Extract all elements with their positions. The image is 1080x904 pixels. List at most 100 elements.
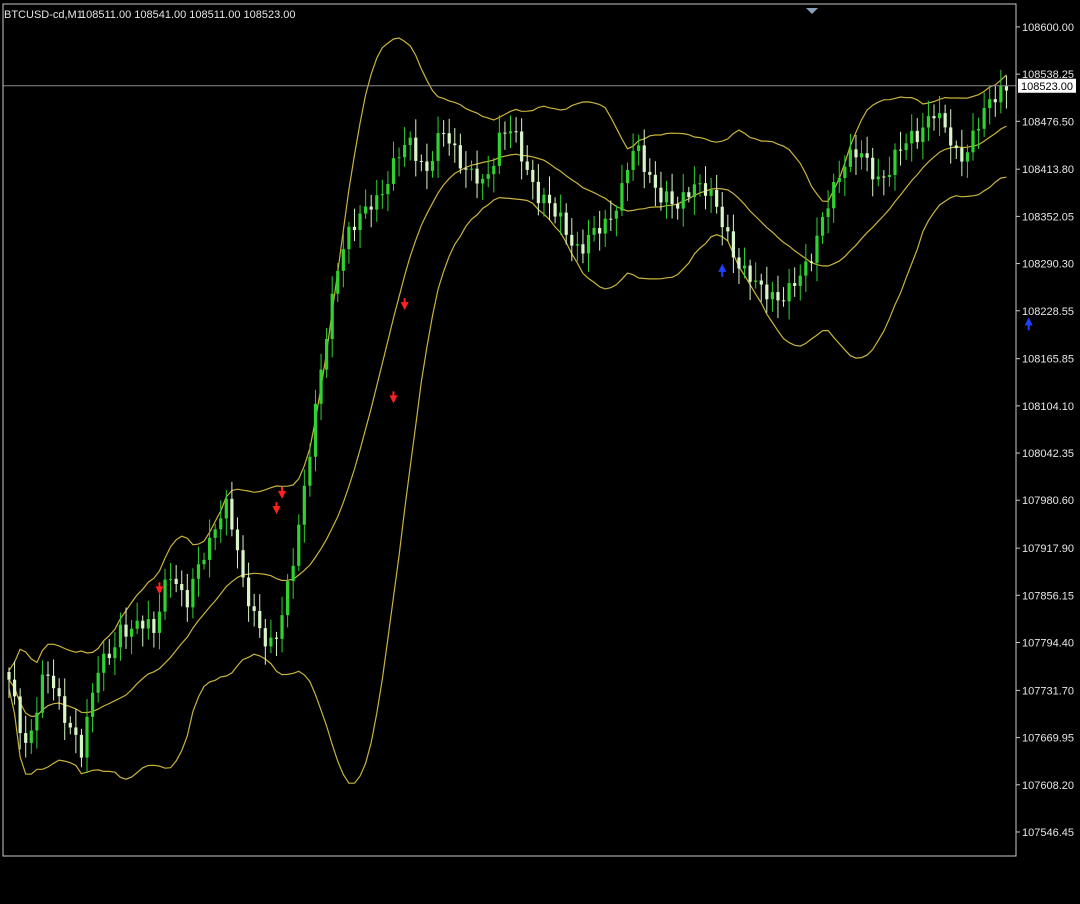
candle-body (430, 160, 435, 171)
candle-body (620, 183, 624, 211)
candle-body (520, 131, 524, 162)
candle-body (224, 498, 228, 519)
candle-body (698, 183, 702, 185)
candle-body (302, 485, 306, 525)
candle-body (497, 132, 501, 166)
candle-body (57, 688, 61, 697)
candle-body (542, 194, 546, 204)
candle-body (570, 234, 574, 246)
candle-body (553, 203, 557, 217)
candle-body (1004, 85, 1009, 91)
candle-body (848, 149, 853, 167)
candle-body (492, 165, 496, 175)
candle-body (191, 578, 195, 608)
y-tick-label: 108600.00 (1022, 22, 1074, 34)
candle-body (486, 174, 490, 179)
candle-body (219, 518, 223, 530)
candle-body (7, 672, 11, 680)
candle-body (313, 403, 318, 457)
candle-body (118, 624, 123, 648)
candle-body (715, 189, 719, 207)
candle-body (330, 293, 334, 339)
y-tick-label: 107856.15 (1022, 590, 1074, 602)
candle-body (832, 181, 836, 209)
candle-body (85, 716, 89, 758)
candle-body (436, 133, 440, 161)
candle-body (965, 152, 970, 162)
candle-body (586, 234, 591, 254)
ohlc-values: 108511.00 108541.00 108511.00 108523.00 (80, 9, 296, 21)
candle-body (781, 300, 786, 302)
candle-body (937, 113, 942, 119)
candle-body (876, 176, 880, 180)
candle-body (358, 213, 362, 231)
candle-body (319, 369, 323, 404)
candle-body (174, 578, 178, 584)
candle-body (681, 192, 685, 209)
candle-body (692, 184, 696, 198)
y-tick-label: 108352.05 (1022, 211, 1074, 223)
candle-body (926, 116, 931, 128)
y-tick-label: 108290.30 (1022, 259, 1074, 271)
candle-body (481, 178, 485, 184)
candle-body (508, 131, 513, 134)
candle-body (921, 127, 925, 143)
candle-body (882, 176, 886, 178)
candle-body (180, 583, 184, 591)
candle-body (341, 249, 345, 271)
chart-canvas[interactable]: 108600.00108538.25108476.50108413.801083… (0, 0, 1080, 899)
candle-body (843, 166, 847, 178)
candle-body (464, 168, 468, 170)
candle-body (703, 183, 708, 196)
candle-body (274, 637, 279, 639)
candle-body (765, 284, 769, 300)
candle-body (887, 174, 892, 178)
candle-body (475, 168, 479, 184)
candle-body (687, 192, 691, 198)
candle-body (325, 338, 329, 370)
candle-body (157, 611, 162, 633)
candle-body (12, 679, 17, 697)
candle-body (230, 498, 234, 530)
price-chart[interactable]: 108600.00 108538.25 108476.50 108413.80 1083… (0, 0, 1080, 899)
candle-body (35, 712, 39, 731)
candle-body (865, 153, 869, 158)
candle-body (152, 619, 156, 633)
candle-body (352, 226, 357, 231)
candle-body (653, 174, 657, 188)
candle-body (999, 85, 1003, 103)
candle-body (932, 116, 936, 119)
candle-body (202, 559, 206, 565)
candle-body (670, 191, 674, 204)
candle-body (442, 133, 446, 135)
candle-body (564, 212, 568, 235)
candle-body (196, 564, 201, 579)
candle-body (168, 578, 173, 580)
candle-body (514, 131, 518, 133)
candle-body (419, 160, 423, 162)
candle-body (893, 149, 897, 175)
candle-body (208, 537, 212, 560)
candle-body (46, 674, 50, 676)
candle-body (447, 133, 451, 144)
candle-body (213, 529, 217, 538)
candle-body (547, 194, 552, 204)
candle-body (737, 257, 741, 269)
y-tick-label: 107980.60 (1022, 495, 1074, 507)
candle-body (659, 187, 663, 203)
candle-body (107, 653, 111, 659)
symbol-label: BTCUSD-cd,M1 (4, 9, 83, 21)
candle-body (24, 733, 28, 743)
candle-body (102, 653, 106, 673)
candle-body (809, 261, 813, 263)
candle-body (414, 137, 418, 161)
candle-body (575, 244, 579, 246)
candle-body (581, 244, 585, 254)
candle-body (369, 206, 373, 210)
candle-body (185, 590, 189, 608)
candle-body (598, 227, 602, 234)
candle-body (664, 191, 669, 203)
candle-body (971, 130, 975, 153)
candle-body (559, 212, 563, 217)
candle-body (141, 620, 145, 629)
